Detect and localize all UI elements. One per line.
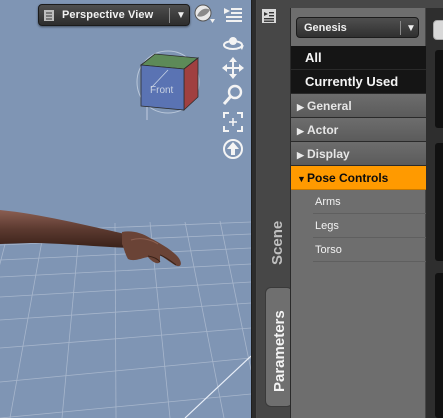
category-all[interactable]: All xyxy=(291,46,426,70)
node-select[interactable]: Genesis ▼ xyxy=(296,17,419,38)
node-select-label: Genesis xyxy=(304,22,347,34)
viewport[interactable]: Front Perspective View ▼ xyxy=(0,0,251,418)
property-slider-block[interactable] xyxy=(435,143,443,261)
home-icon[interactable] xyxy=(222,138,244,160)
select-separator xyxy=(400,21,401,35)
category-display[interactable]: ▶ Display xyxy=(291,142,426,166)
tab-scene[interactable]: Scene xyxy=(263,185,293,275)
select-separator xyxy=(169,8,170,23)
properties-toggle-button[interactable] xyxy=(433,20,443,40)
pane-menu-icon[interactable] xyxy=(262,9,276,23)
property-slider-block[interactable] xyxy=(435,273,443,418)
chevron-down-icon: ▼ xyxy=(406,23,416,34)
tab-scene-label: Scene xyxy=(269,220,286,265)
properties-column xyxy=(426,8,443,418)
subcategory-arms[interactable]: Arms xyxy=(313,190,426,214)
tab-parameters[interactable]: Parameters xyxy=(265,287,293,407)
subcategory-label: Torso xyxy=(315,244,342,256)
zoom-icon[interactable] xyxy=(222,84,244,106)
category-general[interactable]: ▶ General xyxy=(291,94,426,118)
view-cube[interactable] xyxy=(139,53,200,111)
viewport-scene[interactable]: Front xyxy=(0,0,251,418)
property-category-list: All Currently Used ▶ General ▶ Actor ▶ Disp… xyxy=(291,46,426,262)
category-label: All xyxy=(305,50,322,65)
category-currently-used[interactable]: Currently Used xyxy=(291,70,426,94)
draw-style-sphere-icon[interactable] xyxy=(193,3,215,25)
category-label: Currently Used xyxy=(305,74,399,89)
orbit-icon[interactable] xyxy=(222,32,244,54)
view-cube-front-label: Front xyxy=(150,85,174,96)
property-slider-block[interactable] xyxy=(435,50,443,128)
camera-view-select[interactable]: Perspective View ▼ xyxy=(38,4,190,26)
subcategory-label: Legs xyxy=(315,220,339,232)
subcategory-label: Arms xyxy=(315,196,341,208)
category-actor[interactable]: ▶ Actor xyxy=(291,118,426,142)
tab-parameters-label: Parameters xyxy=(271,310,288,392)
expand-arrow-icon[interactable]: ▶ xyxy=(297,143,307,167)
app-window: Front Perspective View ▼ Scene Parameter… xyxy=(0,0,443,418)
category-pose-controls[interactable]: ▼Pose Controls xyxy=(291,166,426,190)
frame-icon[interactable] xyxy=(222,111,244,133)
parameters-panel: Genesis ▼ All Currently Used ▶ General ▶ A… xyxy=(290,8,426,418)
grip-icon xyxy=(44,10,54,21)
subcategory-torso[interactable]: Torso xyxy=(313,238,426,262)
category-label: Actor xyxy=(307,123,339,137)
expand-arrow-icon[interactable]: ▶ xyxy=(297,95,307,119)
collapse-arrow-icon[interactable]: ▼ xyxy=(297,167,307,191)
viewport-menu-icon[interactable] xyxy=(222,5,244,27)
category-label: General xyxy=(307,99,352,113)
chevron-down-icon: ▼ xyxy=(176,10,186,21)
category-label: Pose Controls xyxy=(307,171,389,185)
pan-icon[interactable] xyxy=(222,57,244,79)
subcategory-legs[interactable]: Legs xyxy=(313,214,426,238)
expand-arrow-icon[interactable]: ▶ xyxy=(297,119,307,143)
camera-view-label: Perspective View xyxy=(62,9,154,21)
axis-line xyxy=(184,355,251,418)
category-label: Display xyxy=(307,147,350,161)
